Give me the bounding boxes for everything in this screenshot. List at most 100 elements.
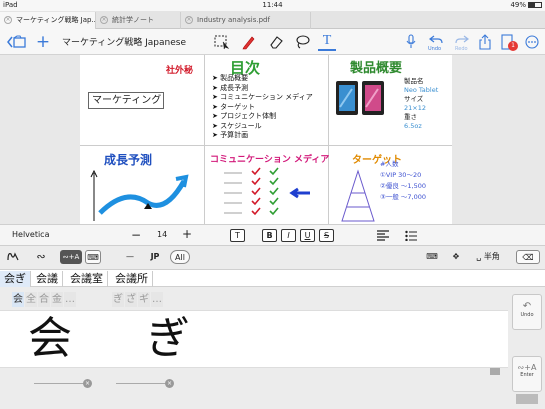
char-option[interactable]: 全 <box>25 292 37 307</box>
candidate-item[interactable]: 会議所 <box>111 271 153 287</box>
keyboard-toggle-button[interactable]: ⌨ <box>85 250 101 264</box>
toc-item: ➤ 製品概要 <box>212 74 249 82</box>
candidate-item[interactable]: 会議室 <box>66 271 108 287</box>
spec-line: 製品名 <box>404 77 424 85</box>
spec-line: 21×12 <box>404 104 426 112</box>
char-option[interactable]: 金 <box>51 292 63 307</box>
char-option[interactable]: ざ <box>125 292 137 307</box>
note-canvas[interactable]: 社外秘 マーケティング 目次 ➤ 製品概要 ➤ 成長予測 ➤ コミュニケーション… <box>0 55 545 224</box>
lasso-select-tool[interactable] <box>212 33 232 51</box>
keyboard-icon: ⌨ <box>87 253 99 262</box>
close-icon[interactable]: × <box>185 16 193 24</box>
text-box-input[interactable]: マーケティング <box>88 92 164 109</box>
undo-icon: ↶ <box>522 301 532 312</box>
scroll-handle[interactable] <box>490 368 500 375</box>
pen-tool[interactable] <box>240 33 258 51</box>
keyboard-side-panel: ↶ Undo ∾+A Enter <box>510 294 543 406</box>
space-dash-button[interactable]: — <box>122 250 138 264</box>
handwriting-input-area[interactable]: 会 ぎ <box>0 310 508 368</box>
char-option[interactable]: ぎ <box>112 292 124 307</box>
target-line: ②優良 〜1,500 <box>380 182 427 190</box>
bold-button[interactable]: B <box>262 229 277 242</box>
mixed-input-button[interactable]: ∾+A <box>60 250 82 264</box>
close-icon[interactable]: × <box>4 16 12 24</box>
text-tool-icon: T <box>322 33 332 48</box>
undo-label: Undo <box>520 312 534 318</box>
half-width-label: 半角 <box>483 252 500 261</box>
all-chars-button[interactable]: All <box>170 250 190 264</box>
tab-label: 統計学ノート <box>112 16 154 24</box>
slider-close-icon[interactable]: × <box>83 379 92 388</box>
status-bar: iPad 11:44 49% <box>0 0 545 11</box>
stroke-slider-track[interactable] <box>34 383 86 384</box>
keyboard-undo-button[interactable]: ↶ Undo <box>512 294 542 330</box>
more-button[interactable] <box>524 33 540 51</box>
half-width-button[interactable]: ␣ 半角 <box>472 250 504 264</box>
move-handle[interactable]: ✥ <box>448 250 464 264</box>
note-page[interactable]: 社外秘 マーケティング 目次 ➤ 製品概要 ➤ 成長予測 ➤ コミュニケーション… <box>80 55 452 224</box>
tab-label: Industry analysis.pdf <box>197 16 270 24</box>
eraser-tool[interactable] <box>267 33 285 51</box>
char-more[interactable]: … <box>151 292 163 307</box>
font-family-select[interactable]: Helvetica <box>12 230 49 239</box>
close-icon[interactable]: × <box>100 16 108 24</box>
text-tool[interactable]: T <box>318 33 336 51</box>
add-button[interactable]: + <box>34 32 52 52</box>
keyboard-icon: ⌨ <box>426 252 438 261</box>
microphone-button[interactable] <box>404 33 418 51</box>
candidate-item[interactable]: 会ぎ <box>0 271 31 287</box>
language-jp-button[interactable]: JP <box>147 250 163 264</box>
product-specs: 製品名 Neo Tablet サイズ 21×12 重さ 6.5oz <box>404 77 438 131</box>
underline-button[interactable]: U <box>300 229 315 242</box>
spec-line: Neo Tablet <box>404 86 439 94</box>
tablet-sketch-icon <box>336 81 384 115</box>
undo-icon <box>429 35 443 44</box>
toc-item: ➤ ターゲット <box>212 102 256 111</box>
media-checklist-sketch <box>224 167 310 216</box>
font-size-decrease[interactable]: − <box>131 228 141 242</box>
tab-marketing[interactable]: × マーケティング戦略 Jap... <box>0 12 96 29</box>
share-icon <box>479 34 491 50</box>
toc-item: ➤ 成長予測 <box>212 83 249 92</box>
char-option[interactable]: 合 <box>38 292 50 307</box>
share-button[interactable] <box>478 33 492 51</box>
keyboard-enter-button[interactable]: ∾+A Enter <box>512 356 542 392</box>
eraser-icon <box>270 36 283 49</box>
growth-chart-sketch <box>90 169 189 221</box>
char-option[interactable]: 会 <box>12 292 24 307</box>
strikethrough-button[interactable]: S <box>319 229 334 242</box>
toc-item: ➤ プロジェクト体制 <box>212 112 277 120</box>
font-size-increase[interactable]: + <box>182 227 192 241</box>
keyboard-hide-button[interactable]: ⌨ <box>422 250 442 264</box>
italic-button[interactable]: I <box>281 229 296 242</box>
move-arrows-icon: ✥ <box>452 252 460 261</box>
text-format-bar: Helvetica − 14 + T B I U S <box>0 224 545 246</box>
candidate-item[interactable]: 会議 <box>32 271 63 287</box>
align-left-button[interactable] <box>377 230 389 243</box>
char-alternatives-2: ぎざギ… <box>112 292 164 307</box>
char-option[interactable]: ギ <box>138 292 150 307</box>
battery-indicator: 49% <box>510 0 542 11</box>
main-toolbar: + マーケティング戦略 Japanese T Undo Redo <box>0 29 545 55</box>
tab-statistics[interactable]: × 統計学ノート <box>96 12 181 29</box>
cursive-mode-button[interactable]: ∾ <box>30 250 52 264</box>
lasso-tool[interactable] <box>293 33 311 51</box>
handwriting-mode-button[interactable] <box>4 250 22 264</box>
spec-line: 6.5oz <box>404 122 422 130</box>
text-style-button[interactable]: T <box>230 229 245 242</box>
clock: 11:44 <box>262 1 283 9</box>
slider-close-icon[interactable]: × <box>165 379 174 388</box>
align-left-icon <box>377 230 389 241</box>
redo-label: Redo <box>455 46 468 52</box>
document-tabs: × マーケティング戦略 Jap... × 統計学ノート × Industry a… <box>0 11 545 29</box>
notification-badge: 1 <box>508 41 518 51</box>
char-more[interactable]: … <box>64 292 76 307</box>
list-button[interactable] <box>405 230 417 243</box>
dismiss-keyboard-button[interactable] <box>516 394 538 404</box>
library-button[interactable] <box>4 33 28 51</box>
back-folder-icon <box>7 35 26 48</box>
stroke-slider-track[interactable] <box>116 383 168 384</box>
redo-icon <box>455 35 469 44</box>
backspace-button[interactable]: ⌫ <box>516 250 540 264</box>
tab-industry-analysis[interactable]: × Industry analysis.pdf <box>181 12 311 29</box>
